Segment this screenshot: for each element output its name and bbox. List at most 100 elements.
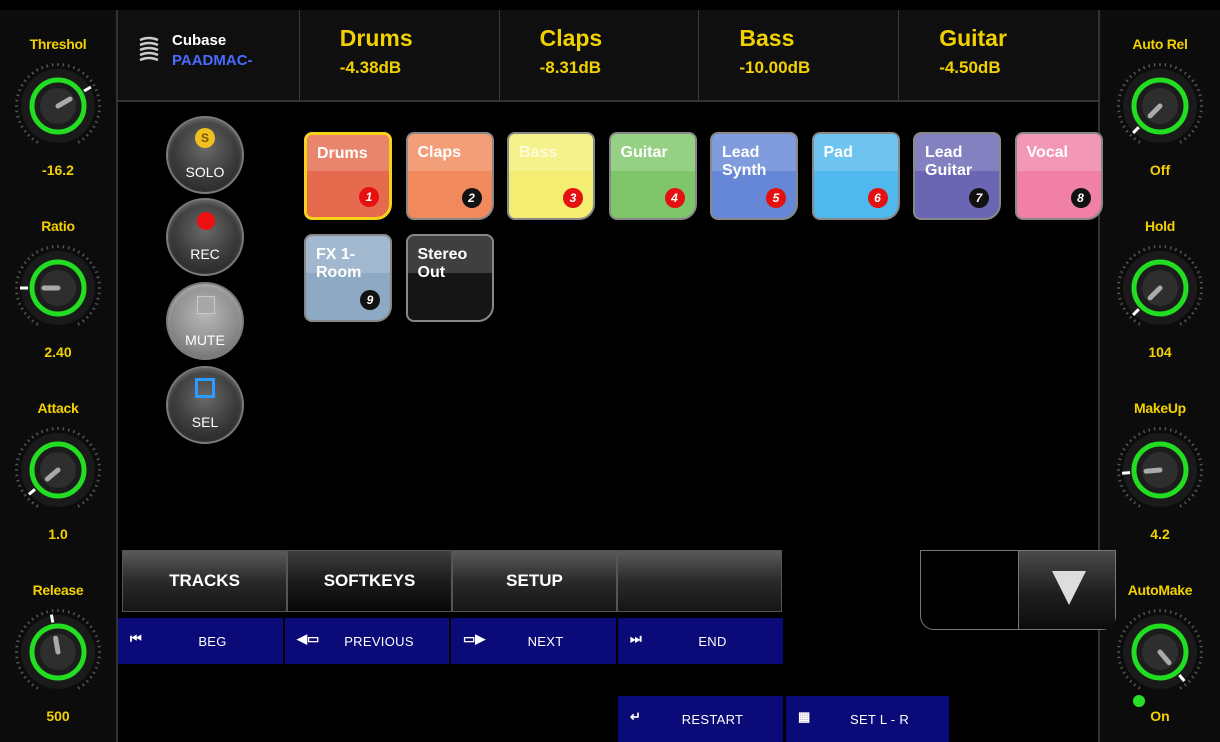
track-number-badge: 1 xyxy=(359,187,379,207)
sel-label: SEL xyxy=(191,414,219,430)
track-button-label: Drums xyxy=(317,145,368,162)
header-track-name: Bass xyxy=(739,25,795,51)
solo-badge-icon: S xyxy=(195,128,215,148)
sel-button[interactable]: SEL xyxy=(166,366,244,444)
ratio-knob-block: Ratio 2.40 xyxy=(0,192,116,372)
knob-value: 4.2 xyxy=(1150,526,1170,542)
knob-label: MakeUp xyxy=(1134,400,1186,416)
knob-value: -16.2 xyxy=(42,162,74,178)
page-down-button[interactable] xyxy=(1018,551,1115,629)
track-button-label: Guitar xyxy=(620,144,668,161)
automake-knob[interactable] xyxy=(1116,608,1204,696)
knob-value: Off xyxy=(1149,162,1171,178)
mute-label: MUTE xyxy=(185,332,225,348)
track-button-claps[interactable]: Claps 2 xyxy=(405,132,494,220)
track-button-fx-1-room[interactable]: FX 1-Room 9 xyxy=(304,234,392,322)
makeup-knob-block: MakeUp 4.2 xyxy=(1100,374,1220,554)
tab-setup[interactable]: SETUP xyxy=(452,550,617,612)
mute-button[interactable]: MUTE xyxy=(166,282,244,360)
track-button-bass[interactable]: Bass 3 xyxy=(507,132,595,220)
end-label: END xyxy=(698,633,727,649)
page-nav-blank[interactable] xyxy=(921,551,1019,629)
set-lr-label: SET L - R xyxy=(849,711,910,727)
track-button-drums[interactable]: Drums 1 xyxy=(304,132,392,220)
track-button-stereo-out[interactable]: Stereo Out xyxy=(405,234,494,322)
rec-label: REC xyxy=(190,246,220,262)
host-device: PAADMAC- xyxy=(172,52,253,69)
knob-value: 2.40 xyxy=(44,344,72,360)
right-knob-panel: Auto Rel Off Hold 104 MakeUp 4.2 AutoMak… xyxy=(1098,10,1220,742)
track-button-lead-guitar[interactable]: Lead Guitar 7 xyxy=(913,132,1001,220)
solo-label: SOLO xyxy=(185,164,225,180)
track-button-label: Stereo Out xyxy=(417,246,468,281)
header-track-level: -10.00dB xyxy=(739,58,811,77)
track-button-label: Pad xyxy=(823,144,853,161)
track-number-badge: 8 xyxy=(1070,188,1091,208)
next-label: NEXT xyxy=(527,633,564,649)
page-nav-box xyxy=(920,550,1116,630)
header-track-level: -4.38dB xyxy=(339,58,402,77)
header-track-3[interactable]: Bass -10.00dB xyxy=(699,10,900,100)
track-number-badge: 2 xyxy=(461,188,482,208)
hold-knob[interactable] xyxy=(1116,244,1204,332)
knob-label: Release xyxy=(32,582,84,598)
header-track-2[interactable]: Claps -8.31dB xyxy=(500,10,700,100)
threshold-knob-block: Threshol -16.2 xyxy=(0,10,116,190)
next-button[interactable]: ▭▶ NEXT xyxy=(451,618,617,664)
header-track-name: Guitar xyxy=(939,25,1007,51)
header-track-level: -8.31dB xyxy=(539,58,602,77)
track-number-badge: 6 xyxy=(867,188,888,208)
track-button-label: Bass xyxy=(519,144,558,161)
track-number-badge: 4 xyxy=(664,188,685,208)
knob-value: 500 xyxy=(46,708,70,724)
track-number-badge: 3 xyxy=(563,188,583,208)
tab-tracks[interactable]: TRACKS xyxy=(122,550,287,612)
end-button[interactable]: ⏭ END xyxy=(618,618,784,664)
hold-knob-block: Hold 104 xyxy=(1100,192,1220,372)
auto-rel-knob-block: Auto Rel Off xyxy=(1100,10,1220,190)
set-lr-button[interactable]: ▦ SET L - R xyxy=(786,696,950,742)
rec-button[interactable]: REC xyxy=(166,198,244,276)
track-button-label: Lead Synth xyxy=(722,144,767,179)
knob-label: Auto Rel xyxy=(1132,36,1188,52)
header-track-4[interactable]: Guitar -4.50dB xyxy=(899,10,1098,100)
beg-button[interactable]: ⏮ BEG xyxy=(118,618,284,664)
knob-value: On xyxy=(1150,708,1170,724)
track-button-guitar[interactable]: Guitar 4 xyxy=(608,132,697,220)
triangle-down-icon xyxy=(1051,571,1086,605)
host-logo-icon xyxy=(139,36,159,62)
track-header-bar: Cubase PAADMAC- Drums -4.38dB Claps -8.3… xyxy=(118,10,1098,102)
header-track-level: -4.50dB xyxy=(939,58,1001,77)
track-button-pad[interactable]: Pad 6 xyxy=(811,132,900,220)
auto-rel-knob[interactable] xyxy=(1116,62,1204,150)
host-info: Cubase PAADMAC- xyxy=(118,10,300,100)
track-number-badge: 5 xyxy=(766,188,786,208)
solo-button[interactable]: S SOLO xyxy=(166,116,244,194)
knob-value: 104 xyxy=(1148,344,1172,360)
tab-softkeys[interactable]: SOFTKEYS xyxy=(287,550,452,612)
makeup-knob[interactable] xyxy=(1116,426,1204,514)
host-name: Cubase xyxy=(172,32,227,49)
threshold-knob[interactable] xyxy=(14,62,102,150)
record-dot-icon xyxy=(197,212,215,230)
track-button-lead-synth[interactable]: Lead Synth 5 xyxy=(710,132,798,220)
previous-button[interactable]: ◀▭ PREVIOUS xyxy=(285,618,450,664)
release-knob-block: Release 500 xyxy=(0,556,116,736)
ratio-knob[interactable] xyxy=(14,244,102,332)
track-number-badge: 7 xyxy=(969,188,989,208)
tab-empty[interactable] xyxy=(617,550,782,612)
status-indicator xyxy=(1133,695,1145,707)
track-button-label: Lead Guitar xyxy=(925,144,973,179)
beg-label: BEG xyxy=(198,633,227,649)
restart-button[interactable]: ↵ RESTART xyxy=(618,696,784,742)
attack-knob[interactable] xyxy=(14,426,102,514)
header-track-name: Claps xyxy=(539,25,603,51)
track-button-vocal[interactable]: Vocal 8 xyxy=(1014,132,1103,220)
release-knob[interactable] xyxy=(14,608,102,696)
restart-label: RESTART xyxy=(681,711,744,727)
track-button-label: FX 1-Room xyxy=(316,246,362,281)
tab-bar: TRACKS SOFTKEYS SETUP xyxy=(122,550,782,612)
header-track-1[interactable]: Drums -4.38dB xyxy=(300,10,500,100)
knob-label: Hold xyxy=(1145,218,1175,234)
track-number-badge: 9 xyxy=(360,290,380,310)
